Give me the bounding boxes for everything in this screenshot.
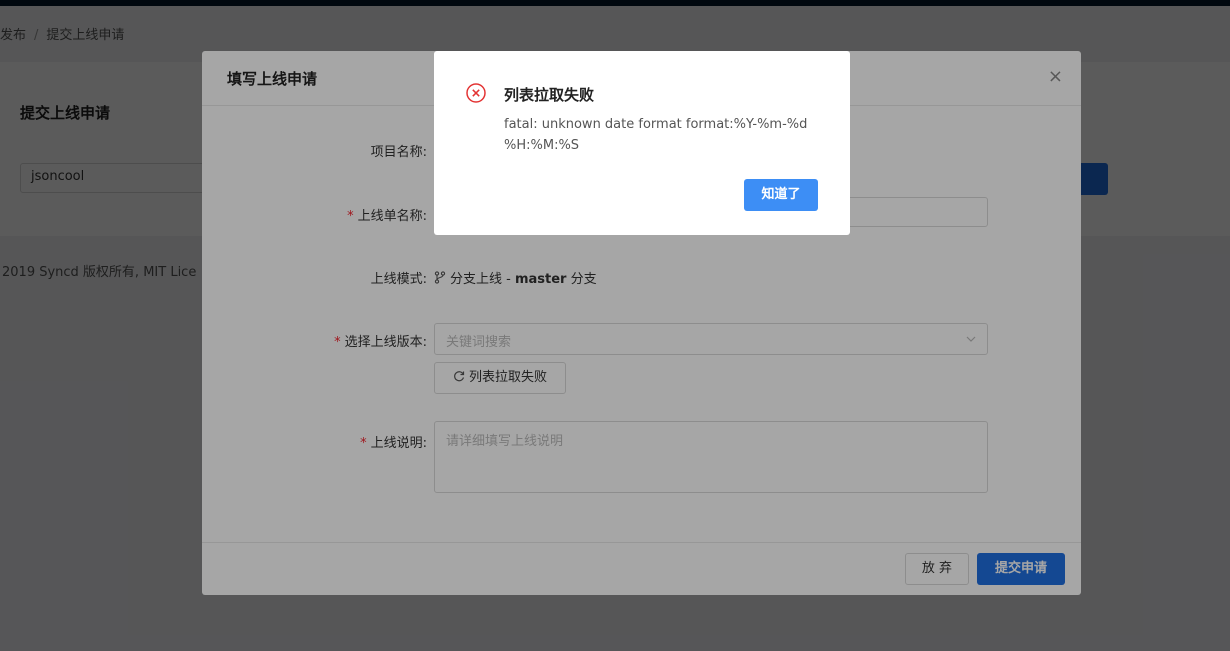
error-dialog: 列表拉取失败 fatal: unknown date format format… — [434, 51, 850, 235]
dialog-message: fatal: unknown date format format:%Y-%m-… — [504, 117, 808, 153]
dialog-title: 列表拉取失败 — [504, 86, 595, 104]
close-circle-icon — [466, 83, 486, 103]
acknowledge-button[interactable]: 知道了 — [744, 179, 818, 211]
